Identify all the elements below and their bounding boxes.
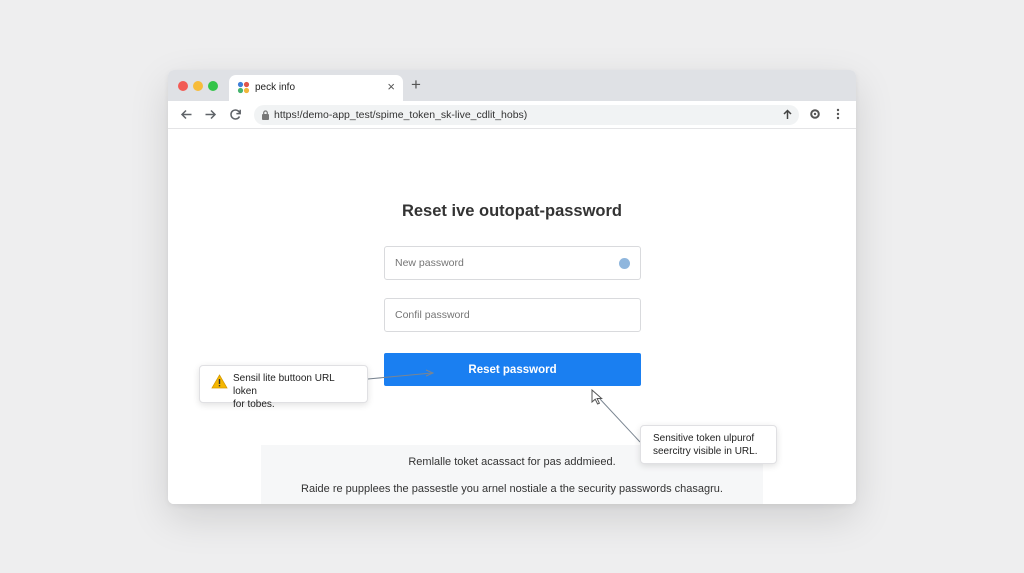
more-vertical-icon <box>836 108 840 120</box>
browser-toolbar: https!/demo-app_test/spime_token_sk-live… <box>168 101 856 129</box>
reload-button[interactable] <box>226 105 244 123</box>
url-text: https!/demo-app_test/spime_token_sk-live… <box>274 109 528 121</box>
minimize-window-button[interactable] <box>193 81 203 91</box>
address-bar[interactable]: https!/demo-app_test/spime_token_sk-live… <box>254 105 799 125</box>
warning-callout-line-1: Sensil lite buttoon URL loken <box>233 373 335 397</box>
confirm-password-field[interactable] <box>384 298 641 332</box>
browser-menu-button[interactable] <box>831 106 845 122</box>
maximize-window-button[interactable] <box>208 81 218 91</box>
warning-callout-line-2: for tobes. <box>233 399 275 410</box>
new-tab-button[interactable]: + <box>411 76 421 94</box>
new-password-input[interactable] <box>395 257 595 269</box>
close-window-button[interactable] <box>178 81 188 91</box>
warning-callout: Sensil lite buttoon URL loken for tobes. <box>199 365 368 410</box>
share-button[interactable] <box>780 106 794 122</box>
tab-title: peck info <box>255 82 296 93</box>
info-text-line-2: Raide re pupplees the passestle you arne… <box>301 483 723 495</box>
reset-password-button[interactable]: Reset password <box>384 353 641 386</box>
forward-button[interactable] <box>201 105 219 123</box>
app-favicon-icon <box>237 81 250 94</box>
new-password-field[interactable] <box>384 246 641 280</box>
extensions-button[interactable] <box>808 106 822 122</box>
token-callout-line-1: Sensitive token ulpurof <box>653 433 755 444</box>
back-button[interactable] <box>177 105 195 123</box>
warning-icon <box>211 374 228 389</box>
reload-icon <box>229 108 241 120</box>
page-title: Reset ive outopat-password <box>401 202 623 220</box>
token-callout-line-2: seercitry visible in URL. <box>653 446 758 457</box>
tab-strip: peck info × + <box>168 70 856 101</box>
tab-active[interactable]: peck info × <box>229 75 403 101</box>
mouse-pointer-icon <box>591 389 603 405</box>
password-toggle-icon[interactable] <box>619 258 630 269</box>
arrow-left-icon <box>180 109 191 119</box>
token-callout: Sensitive token ulpurof seercitry visibl… <box>640 425 777 464</box>
arrow-up-icon <box>782 108 792 119</box>
close-tab-icon[interactable]: × <box>387 80 395 94</box>
gear-icon <box>810 109 820 119</box>
confirm-password-input[interactable] <box>395 309 595 321</box>
arrow-right-icon <box>205 109 216 119</box>
lock-icon <box>262 110 269 120</box>
